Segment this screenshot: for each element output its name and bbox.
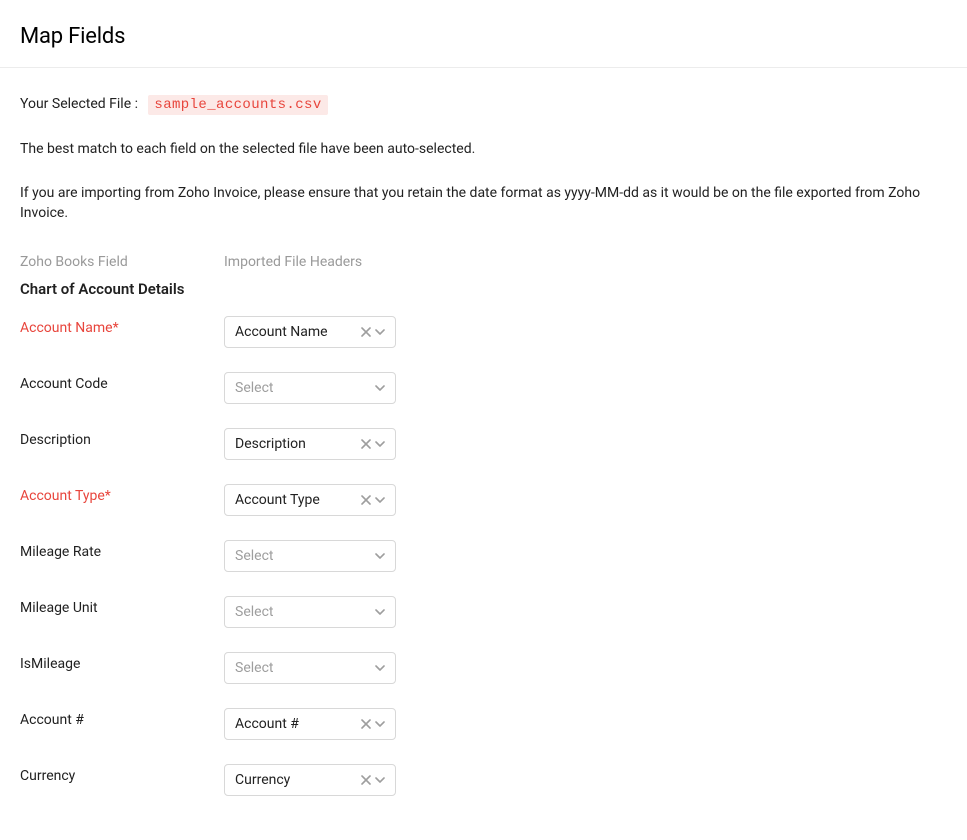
section-title: Chart of Account Details xyxy=(20,280,947,298)
chevron-down-icon xyxy=(375,439,385,449)
chevron-down-icon xyxy=(375,607,385,617)
columns-header: Zoho Books Field Imported File Headers xyxy=(20,254,947,270)
file-header-select[interactable]: Currency xyxy=(224,764,396,796)
file-header-select[interactable]: Select xyxy=(224,540,396,572)
select-icon-group xyxy=(375,607,385,617)
field-row: Account Code Select xyxy=(20,372,947,404)
field-row: Mileage Rate Select xyxy=(20,540,947,572)
field-row: Mileage Unit Select xyxy=(20,596,947,628)
content-area: Your Selected File : sample_accounts.csv… xyxy=(0,96,967,840)
file-header-select[interactable]: Description xyxy=(224,428,396,460)
field-label: Currency xyxy=(20,764,224,784)
select-value: Select xyxy=(235,660,375,676)
selected-file-label: Your Selected File : xyxy=(20,96,138,112)
field-label: Account Name* xyxy=(20,316,224,336)
select-icon-group xyxy=(361,327,385,337)
chevron-down-icon xyxy=(375,495,385,505)
field-mapping-list: Account Name* Account Name Account Code Sel… xyxy=(20,316,947,796)
date-format-info: If you are importing from Zoho Invoice, … xyxy=(20,183,947,224)
auto-select-info: The best match to each field on the sele… xyxy=(20,141,947,157)
clear-icon[interactable] xyxy=(361,775,371,785)
file-header-select[interactable]: Account # xyxy=(224,708,396,740)
select-value: Account # xyxy=(235,716,361,732)
chevron-down-icon xyxy=(375,327,385,337)
field-row: Currency Currency xyxy=(20,764,947,796)
field-row: Description Description xyxy=(20,428,947,460)
select-icon-group xyxy=(361,719,385,729)
select-icon-group xyxy=(361,439,385,449)
select-value: Currency xyxy=(235,772,361,788)
field-row: Account Name* Account Name xyxy=(20,316,947,348)
select-icon-group xyxy=(375,663,385,673)
column-header-zoho-field: Zoho Books Field xyxy=(20,254,224,270)
select-icon-group xyxy=(375,551,385,561)
select-value: Description xyxy=(235,436,361,452)
file-header-select[interactable]: Select xyxy=(224,652,396,684)
field-label: Account Type* xyxy=(20,484,224,504)
select-icon-group xyxy=(375,383,385,393)
chevron-down-icon xyxy=(375,383,385,393)
clear-icon[interactable] xyxy=(361,495,371,505)
file-header-select[interactable]: Select xyxy=(224,372,396,404)
chevron-down-icon xyxy=(375,775,385,785)
select-value: Account Name xyxy=(235,324,361,340)
chevron-down-icon xyxy=(375,719,385,729)
chevron-down-icon xyxy=(375,663,385,673)
selected-file-line: Your Selected File : sample_accounts.csv xyxy=(20,96,947,113)
select-value: Select xyxy=(235,380,375,396)
clear-icon[interactable] xyxy=(361,327,371,337)
file-header-select[interactable]: Account Type xyxy=(224,484,396,516)
field-label: Mileage Rate xyxy=(20,540,224,560)
page-title: Map Fields xyxy=(20,24,947,49)
field-label: Mileage Unit xyxy=(20,596,224,616)
field-row: IsMileage Select xyxy=(20,652,947,684)
select-icon-group xyxy=(361,775,385,785)
select-value: Account Type xyxy=(235,492,361,508)
page-header: Map Fields xyxy=(0,0,967,68)
selected-file-name: sample_accounts.csv xyxy=(148,95,327,115)
field-row: Account # Account # xyxy=(20,708,947,740)
field-label: Account Code xyxy=(20,372,224,392)
field-label: Account # xyxy=(20,708,224,728)
select-icon-group xyxy=(361,495,385,505)
field-label: Description xyxy=(20,428,224,448)
column-header-imported-headers: Imported File Headers xyxy=(224,254,362,270)
select-value: Select xyxy=(235,604,375,620)
select-value: Select xyxy=(235,548,375,564)
clear-icon[interactable] xyxy=(361,719,371,729)
clear-icon[interactable] xyxy=(361,439,371,449)
field-row: Account Type* Account Type xyxy=(20,484,947,516)
field-label: IsMileage xyxy=(20,652,224,672)
file-header-select[interactable]: Select xyxy=(224,596,396,628)
chevron-down-icon xyxy=(375,551,385,561)
file-header-select[interactable]: Account Name xyxy=(224,316,396,348)
